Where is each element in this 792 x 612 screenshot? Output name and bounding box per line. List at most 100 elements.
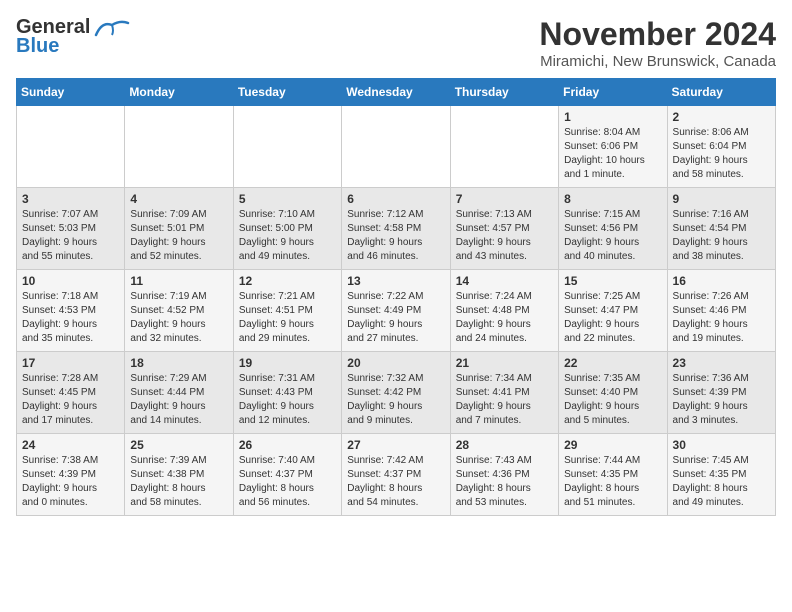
- day-info: Sunrise: 7:12 AM Sunset: 4:58 PM Dayligh…: [347, 208, 444, 264]
- calendar-table: SundayMondayTuesdayWednesdayThursdayFrid…: [16, 78, 776, 516]
- calendar-cell: 22 Sunrise: 7:35 AM Sunset: 4:40 PM Dayli…: [559, 352, 667, 434]
- weekday-header-tuesday: Tuesday: [233, 79, 341, 106]
- day-info: Sunrise: 7:32 AM Sunset: 4:42 PM Dayligh…: [347, 372, 444, 428]
- day-number: 21: [456, 356, 553, 370]
- day-number: 19: [239, 356, 336, 370]
- calendar-cell: 21 Sunrise: 7:34 AM Sunset: 4:41 PM Dayli…: [450, 352, 558, 434]
- day-info: Sunrise: 7:35 AM Sunset: 4:40 PM Dayligh…: [564, 372, 661, 428]
- day-info: Sunrise: 7:07 AM Sunset: 5:03 PM Dayligh…: [22, 208, 119, 264]
- calendar-cell: 2Sunrise: 8:06 AM Sunset: 6:04 PM Daylig…: [667, 106, 775, 188]
- location-title: Miramichi, New Brunswick, Canada: [539, 53, 776, 70]
- day-info: Sunrise: 7:15 AM Sunset: 4:56 PM Dayligh…: [564, 208, 661, 264]
- day-number: 7: [456, 192, 553, 206]
- weekday-header-sunday: Sunday: [17, 79, 125, 106]
- day-number: 15: [564, 274, 661, 288]
- day-info: Sunrise: 7:45 AM Sunset: 4:35 PM Dayligh…: [673, 454, 770, 510]
- calendar-cell: 19 Sunrise: 7:31 AM Sunset: 4:43 PM Dayli…: [233, 352, 341, 434]
- day-number: 20: [347, 356, 444, 370]
- calendar-cell: 7 Sunrise: 7:13 AM Sunset: 4:57 PM Daylig…: [450, 188, 558, 270]
- calendar-cell: 14Sunrise: 7:24 AM Sunset: 4:48 PM Dayli…: [450, 270, 558, 352]
- day-number: 11: [130, 274, 227, 288]
- calendar-cell: 24 Sunrise: 7:38 AM Sunset: 4:39 PM Dayli…: [17, 434, 125, 516]
- weekday-header-monday: Monday: [125, 79, 233, 106]
- day-info: Sunrise: 7:22 AM Sunset: 4:49 PM Dayligh…: [347, 290, 444, 346]
- day-info: Sunrise: 7:24 AM Sunset: 4:48 PM Dayligh…: [456, 290, 553, 346]
- calendar-cell: [450, 106, 558, 188]
- calendar-cell: 8 Sunrise: 7:15 AM Sunset: 4:56 PM Daylig…: [559, 188, 667, 270]
- day-info: Sunrise: 7:31 AM Sunset: 4:43 PM Dayligh…: [239, 372, 336, 428]
- day-number: 8: [564, 192, 661, 206]
- day-number: 30: [673, 438, 770, 452]
- day-info: Sunrise: 7:43 AM Sunset: 4:36 PM Dayligh…: [456, 454, 553, 510]
- day-info: Sunrise: 7:29 AM Sunset: 4:44 PM Dayligh…: [130, 372, 227, 428]
- day-info: Sunrise: 7:13 AM Sunset: 4:57 PM Dayligh…: [456, 208, 553, 264]
- day-number: 2: [673, 110, 770, 124]
- calendar-cell: 25 Sunrise: 7:39 AM Sunset: 4:38 PM Dayli…: [125, 434, 233, 516]
- calendar-week-row: 24 Sunrise: 7:38 AM Sunset: 4:39 PM Dayli…: [17, 434, 776, 516]
- weekday-header-thursday: Thursday: [450, 79, 558, 106]
- day-number: 16: [673, 274, 770, 288]
- calendar-header-row: SundayMondayTuesdayWednesdayThursdayFrid…: [17, 79, 776, 106]
- day-info: Sunrise: 7:09 AM Sunset: 5:01 PM Dayligh…: [130, 208, 227, 264]
- day-number: 12: [239, 274, 336, 288]
- calendar-cell: 18 Sunrise: 7:29 AM Sunset: 4:44 PM Dayli…: [125, 352, 233, 434]
- day-info: Sunrise: 7:39 AM Sunset: 4:38 PM Dayligh…: [130, 454, 227, 510]
- day-number: 17: [22, 356, 119, 370]
- day-number: 29: [564, 438, 661, 452]
- day-info: Sunrise: 7:40 AM Sunset: 4:37 PM Dayligh…: [239, 454, 336, 510]
- calendar-cell: [125, 106, 233, 188]
- day-info: Sunrise: 7:16 AM Sunset: 4:54 PM Dayligh…: [673, 208, 770, 264]
- calendar-cell: [233, 106, 341, 188]
- logo: General Blue: [16, 16, 130, 58]
- calendar-cell: 9Sunrise: 7:16 AM Sunset: 4:54 PM Daylig…: [667, 188, 775, 270]
- calendar-cell: 10Sunrise: 7:18 AM Sunset: 4:53 PM Dayli…: [17, 270, 125, 352]
- calendar-cell: 30 Sunrise: 7:45 AM Sunset: 4:35 PM Dayli…: [667, 434, 775, 516]
- calendar-cell: 28 Sunrise: 7:43 AM Sunset: 4:36 PM Dayli…: [450, 434, 558, 516]
- day-number: 27: [347, 438, 444, 452]
- day-info: Sunrise: 7:38 AM Sunset: 4:39 PM Dayligh…: [22, 454, 119, 510]
- calendar-cell: 11Sunrise: 7:19 AM Sunset: 4:52 PM Dayli…: [125, 270, 233, 352]
- day-number: 22: [564, 356, 661, 370]
- calendar-cell: 16Sunrise: 7:26 AM Sunset: 4:46 PM Dayli…: [667, 270, 775, 352]
- day-info: Sunrise: 7:25 AM Sunset: 4:47 PM Dayligh…: [564, 290, 661, 346]
- day-number: 18: [130, 356, 227, 370]
- calendar-cell: 29Sunrise: 7:44 AM Sunset: 4:35 PM Dayli…: [559, 434, 667, 516]
- day-number: 1: [564, 110, 661, 124]
- day-number: 24: [22, 438, 119, 452]
- calendar-cell: 3 Sunrise: 7:07 AM Sunset: 5:03 PM Daylig…: [17, 188, 125, 270]
- calendar-cell: 6Sunrise: 7:12 AM Sunset: 4:58 PM Daylig…: [342, 188, 450, 270]
- day-info: Sunrise: 7:42 AM Sunset: 4:37 PM Dayligh…: [347, 454, 444, 510]
- calendar-cell: 20 Sunrise: 7:32 AM Sunset: 4:42 PM Dayli…: [342, 352, 450, 434]
- day-number: 26: [239, 438, 336, 452]
- day-info: Sunrise: 8:04 AM Sunset: 6:06 PM Dayligh…: [564, 126, 661, 182]
- calendar-cell: 4 Sunrise: 7:09 AM Sunset: 5:01 PM Daylig…: [125, 188, 233, 270]
- calendar-cell: 23Sunrise: 7:36 AM Sunset: 4:39 PM Dayli…: [667, 352, 775, 434]
- day-number: 3: [22, 192, 119, 206]
- weekday-header-friday: Friday: [559, 79, 667, 106]
- title-block: November 2024 Miramichi, New Brunswick, …: [539, 16, 776, 70]
- day-number: 25: [130, 438, 227, 452]
- day-number: 13: [347, 274, 444, 288]
- day-number: 4: [130, 192, 227, 206]
- calendar-cell: 26 Sunrise: 7:40 AM Sunset: 4:37 PM Dayli…: [233, 434, 341, 516]
- calendar-cell: 5Sunrise: 7:10 AM Sunset: 5:00 PM Daylig…: [233, 188, 341, 270]
- calendar-cell: 13 Sunrise: 7:22 AM Sunset: 4:49 PM Dayli…: [342, 270, 450, 352]
- day-number: 28: [456, 438, 553, 452]
- calendar-cell: [17, 106, 125, 188]
- day-number: 10: [22, 274, 119, 288]
- calendar-cell: 1 Sunrise: 8:04 AM Sunset: 6:06 PM Daylig…: [559, 106, 667, 188]
- calendar-week-row: 3 Sunrise: 7:07 AM Sunset: 5:03 PM Daylig…: [17, 188, 776, 270]
- calendar-cell: 27 Sunrise: 7:42 AM Sunset: 4:37 PM Dayli…: [342, 434, 450, 516]
- calendar-week-row: 10Sunrise: 7:18 AM Sunset: 4:53 PM Dayli…: [17, 270, 776, 352]
- day-info: Sunrise: 7:36 AM Sunset: 4:39 PM Dayligh…: [673, 372, 770, 428]
- calendar-week-row: 17 Sunrise: 7:28 AM Sunset: 4:45 PM Dayli…: [17, 352, 776, 434]
- weekday-header-saturday: Saturday: [667, 79, 775, 106]
- weekday-header-wednesday: Wednesday: [342, 79, 450, 106]
- calendar-cell: [342, 106, 450, 188]
- calendar-cell: 17 Sunrise: 7:28 AM Sunset: 4:45 PM Dayli…: [17, 352, 125, 434]
- day-info: Sunrise: 7:28 AM Sunset: 4:45 PM Dayligh…: [22, 372, 119, 428]
- month-title: November 2024: [539, 16, 776, 53]
- day-info: Sunrise: 7:10 AM Sunset: 5:00 PM Dayligh…: [239, 208, 336, 264]
- page-header: General Blue November 2024 Miramichi, Ne…: [16, 16, 776, 70]
- day-info: Sunrise: 7:34 AM Sunset: 4:41 PM Dayligh…: [456, 372, 553, 428]
